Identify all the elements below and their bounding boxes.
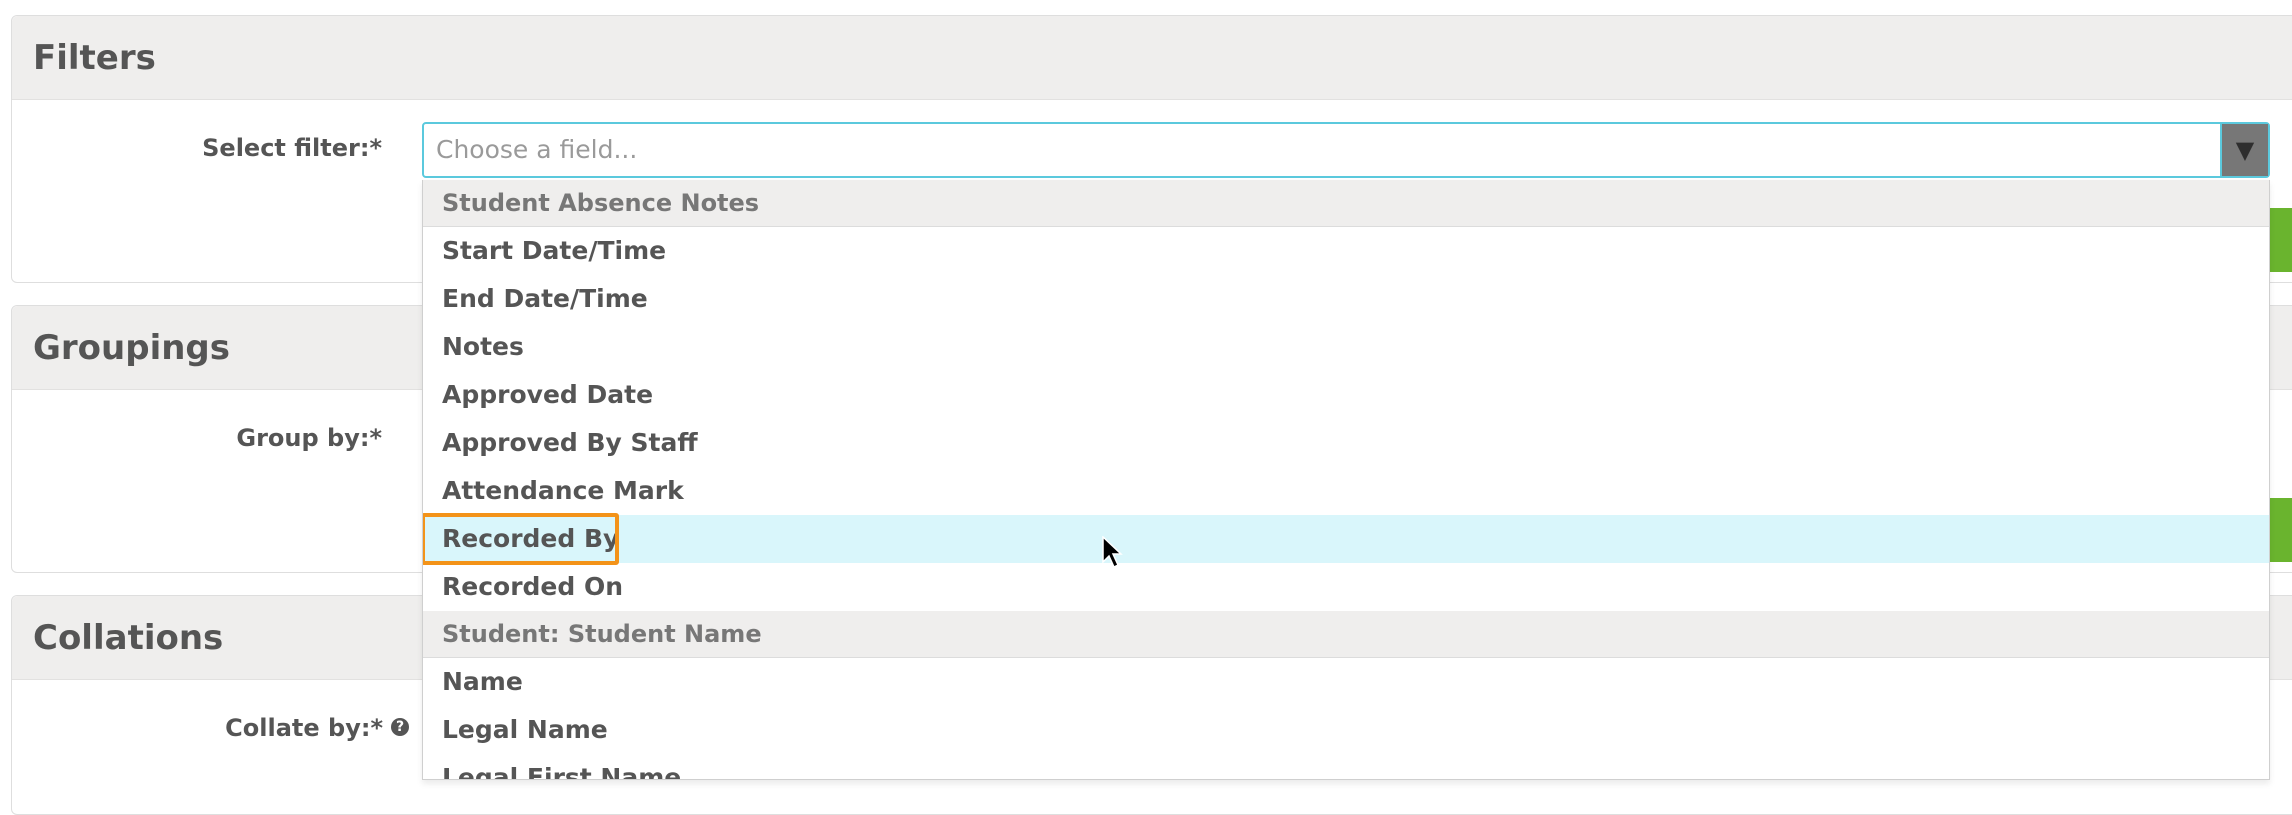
- groupings-title: Groupings: [33, 327, 231, 368]
- option-recorded-by[interactable]: Recorded By: [423, 513, 2269, 565]
- group-by-label: Group by:*: [236, 424, 382, 452]
- option-attendance-mark[interactable]: Attendance Mark: [423, 467, 2269, 515]
- collate-by-label: Collate by:*: [225, 714, 383, 742]
- triangle-down-icon: ▼: [2235, 136, 2255, 164]
- option-recorded-by-label: Recorded By: [442, 524, 620, 553]
- option-group-student-name: Student: Student Name: [423, 611, 2269, 658]
- collate-by-label-wrap: Collate by:*?: [12, 714, 409, 742]
- option-start-date-time[interactable]: Start Date/Time: [423, 227, 2269, 275]
- select-filter-dropdown[interactable]: Choose a field... ▼: [422, 122, 2270, 178]
- filters-title: Filters: [33, 37, 156, 78]
- option-legal-name[interactable]: Legal Name: [423, 706, 2269, 754]
- option-legal-first-name[interactable]: Legal First Name: [423, 754, 2269, 779]
- option-recorded-on[interactable]: Recorded On: [423, 563, 2269, 611]
- dropdown-toggle-button[interactable]: ▼: [2220, 124, 2268, 176]
- option-name[interactable]: Name: [423, 658, 2269, 706]
- option-approved-by-staff[interactable]: Approved By Staff: [423, 419, 2269, 467]
- collations-title: Collations: [33, 617, 224, 658]
- option-end-date-time[interactable]: End Date/Time: [423, 275, 2269, 323]
- help-icon[interactable]: ?: [391, 718, 409, 736]
- select-filter-input[interactable]: Choose a field...: [436, 124, 637, 176]
- option-notes[interactable]: Notes: [423, 323, 2269, 371]
- option-approved-date[interactable]: Approved Date: [423, 371, 2269, 419]
- option-group-student-absence-notes: Student Absence Notes: [423, 180, 2269, 227]
- dropdown-list[interactable]: Student Absence Notes Start Date/Time En…: [422, 180, 2270, 780]
- select-filter-label: Select filter:*: [202, 134, 382, 162]
- mouse-cursor-icon: [1102, 536, 1123, 569]
- filters-header: Filters: [12, 16, 2292, 100]
